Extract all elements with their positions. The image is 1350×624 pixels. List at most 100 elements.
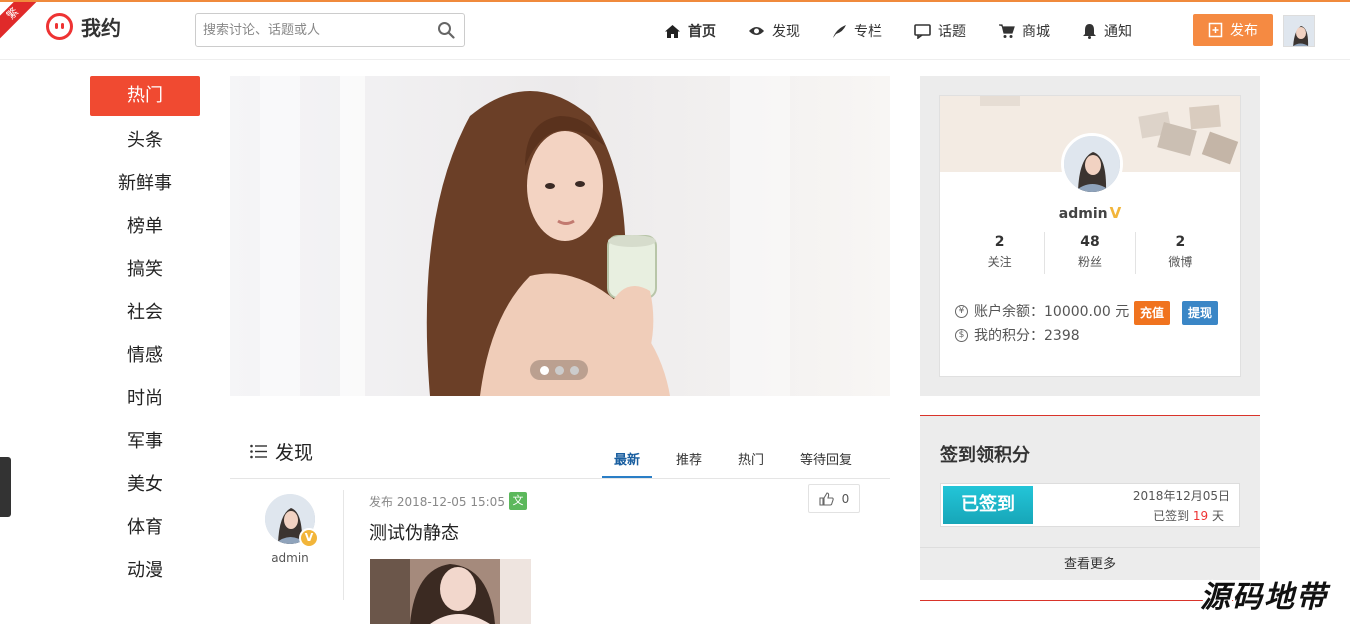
search-input[interactable] [196, 14, 421, 46]
stat-following[interactable]: 2 关注 [955, 232, 1046, 274]
banner-image [230, 76, 890, 396]
days-prefix: 已签到 [1153, 509, 1193, 523]
recharge-button[interactable]: 充值 [1134, 301, 1171, 325]
category-item[interactable]: 头条 [90, 119, 200, 162]
feather-icon [833, 24, 846, 38]
tab-waiting-reply[interactable]: 等待回复 [788, 448, 864, 478]
tab-recommend[interactable]: 推荐 [664, 448, 714, 478]
search-icon[interactable] [437, 21, 455, 39]
feed-title: 发现 [250, 438, 313, 465]
post-meta: 发布 2018-12-05 15:05 文 [369, 492, 527, 510]
cart-icon [999, 23, 1015, 38]
thumbs-up-icon [819, 491, 834, 506]
category-item[interactable]: 榜单 [90, 205, 200, 248]
publish-icon [1208, 22, 1223, 38]
points-text: 我的积分：2398 [974, 328, 1080, 344]
signin-date: 2018年12月05日 [1132, 489, 1230, 503]
category-item[interactable]: 搞笑 [90, 248, 200, 291]
verified-badge-icon: V [299, 528, 319, 548]
publish-button[interactable]: 发布 [1193, 14, 1273, 46]
watermark: 源码地带 [1200, 580, 1328, 615]
category-item[interactable]: 军事 [90, 420, 200, 463]
user-avatar[interactable] [1283, 15, 1315, 47]
stat-weibo[interactable]: 2 微博 [1136, 232, 1225, 274]
account-balance: ¥ 账户余额：10000.00 元 [955, 301, 1129, 321]
category-item[interactable]: 体育 [90, 506, 200, 549]
home-icon [665, 24, 680, 38]
nav-label: 专栏 [854, 24, 882, 40]
stat-followers[interactable]: 48 粉丝 [1045, 232, 1136, 274]
carousel-dot[interactable] [569, 365, 579, 375]
stat-value: 48 [1080, 234, 1100, 250]
profile-card: admin V 2 关注 48 粉丝 2 微博 ¥ 账户余额：10000.00 元 充值 … [939, 95, 1241, 377]
post-avatar[interactable]: V [265, 494, 319, 548]
tab-hot[interactable]: 热门 [726, 448, 776, 478]
post-author[interactable]: admin [260, 551, 320, 565]
category-item[interactable]: 社会 [90, 291, 200, 334]
nav-notify[interactable]: 通知 [1082, 21, 1132, 41]
category-item[interactable]: 热门 [90, 76, 200, 116]
divider [343, 490, 344, 600]
profile-name-text: admin [1058, 206, 1108, 222]
withdraw-button[interactable]: 提现 [1182, 301, 1219, 325]
nav-shop[interactable]: 商城 [998, 21, 1050, 41]
profile-stats: 2 关注 48 粉丝 2 微博 [955, 232, 1225, 274]
post-time: 发布 2018-12-05 15:05 [369, 494, 505, 509]
profile-panel: admin V 2 关注 48 粉丝 2 微博 ¥ 账户余额：10000.00 元 充值 … [920, 76, 1260, 396]
signin-days: 已签到 19 天 [1153, 507, 1224, 524]
nav-home[interactable]: 首页 [664, 21, 716, 41]
stat-label: 微博 [1168, 255, 1193, 269]
eye-icon [749, 27, 764, 35]
logo-icon [46, 12, 73, 40]
avatar-image [1064, 136, 1120, 192]
category-item[interactable]: 美女 [90, 463, 200, 506]
like-count: 0 [841, 491, 850, 506]
profile-name[interactable]: admin V [940, 204, 1240, 222]
like-button[interactable]: 0 [808, 484, 860, 513]
nav-label: 发现 [772, 24, 800, 40]
post-title[interactable]: 测试伪静态 [369, 519, 459, 545]
balance-text: 账户余额：10000.00 元 [974, 304, 1130, 320]
side-tool-handle[interactable] [0, 457, 11, 517]
stat-label: 粉丝 [1077, 255, 1102, 269]
post-type-badge: 文 [508, 492, 527, 510]
nav-column[interactable]: 专栏 [832, 21, 882, 41]
nav-label: 话题 [938, 24, 966, 40]
feed-tabs: 最新 推荐 热门 等待回复 [602, 448, 876, 478]
verified-icon: V [1109, 204, 1122, 222]
banner-carousel[interactable] [230, 76, 890, 396]
signed-button[interactable]: 已签到 [943, 486, 1033, 524]
signin-title: 签到领积分 [940, 445, 1030, 466]
tab-latest[interactable]: 最新 [602, 448, 653, 478]
nav-topic[interactable]: 话题 [914, 21, 966, 41]
chat-icon [914, 23, 931, 39]
stat-value: 2 [1175, 234, 1186, 250]
corner-ribbon[interactable]: 繁 [0, 2, 38, 40]
carousel-dot[interactable] [539, 365, 549, 375]
thumbnail-image [370, 559, 531, 624]
yen-icon: ¥ [955, 304, 968, 318]
carousel-dots [530, 360, 588, 380]
list-icon [250, 444, 267, 459]
stat-label: 关注 [987, 255, 1012, 269]
category-item[interactable]: 情感 [90, 334, 200, 377]
nav-discover[interactable]: 发现 [748, 21, 800, 41]
category-item[interactable]: 动漫 [90, 549, 200, 592]
logo[interactable]: 我约 [46, 12, 121, 40]
category-item[interactable]: 时尚 [90, 377, 200, 420]
nav-label: 首页 [688, 24, 716, 40]
my-points: $ 我的积分：2398 [955, 325, 1080, 345]
nav-label: 通知 [1104, 24, 1132, 40]
main-nav: 首页 发现 专栏 话题 商城 通知 [664, 13, 1164, 49]
corner-badge[interactable]: 繁 [0, 2, 38, 40]
search-box [195, 13, 465, 47]
post-thumbnail[interactable] [370, 559, 531, 624]
signin-panel: 签到领积分 已签到 2018年12月05日 已签到 19 天 查看更多 [920, 415, 1260, 580]
carousel-dot[interactable] [554, 365, 564, 375]
category-item[interactable]: 新鲜事 [90, 162, 200, 205]
points-icon: $ [955, 328, 968, 342]
feed-header: 发现 最新 推荐 热门 等待回复 [230, 428, 890, 479]
profile-avatar[interactable] [1061, 133, 1123, 195]
stat-value: 2 [994, 234, 1005, 250]
days-suffix: 天 [1208, 509, 1224, 523]
